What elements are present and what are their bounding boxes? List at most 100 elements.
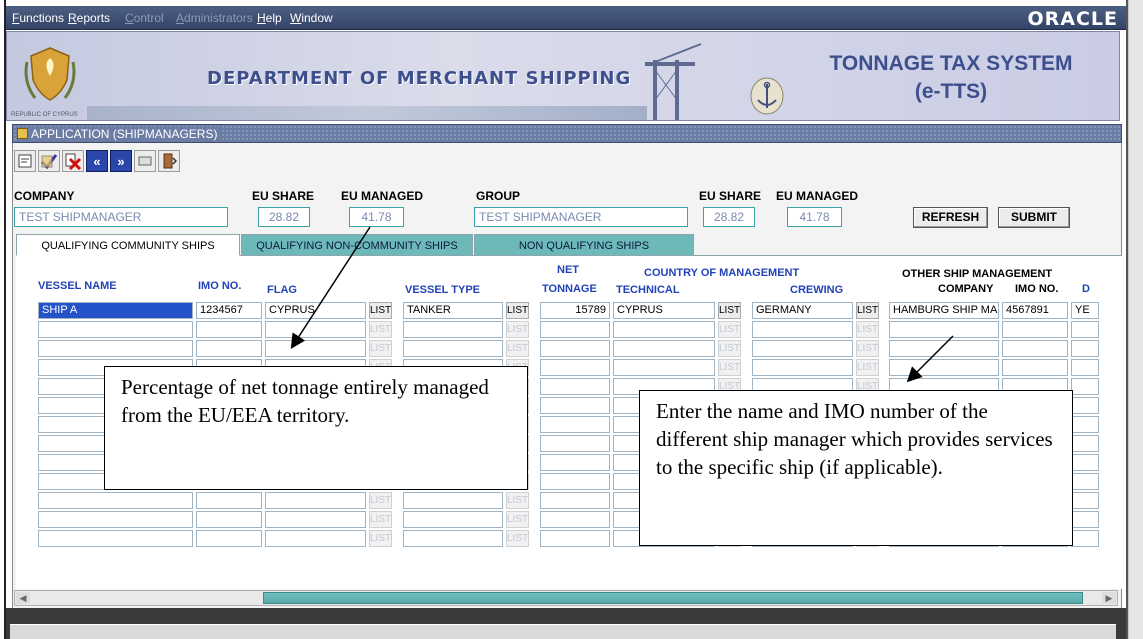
cell-trailing[interactable] [1071,397,1099,414]
list-button[interactable]: LIST [369,530,392,547]
cell-trailing[interactable] [1071,435,1099,452]
delete-icon[interactable] [62,150,84,172]
cell-crewing[interactable] [752,340,853,357]
cell-net-tonnage[interactable] [540,397,610,414]
cell-flag[interactable] [265,511,366,528]
cell-trailing[interactable] [1071,511,1099,528]
cell-vessel-type[interactable] [403,340,503,357]
cell-trailing[interactable] [1071,359,1099,376]
cell-net-tonnage[interactable] [540,321,610,338]
group-eu-share-field[interactable]: 28.82 [703,207,755,227]
list-button[interactable]: LIST [856,359,879,376]
menu-reports[interactable]: Reports [68,11,110,25]
cell-osm-imo[interactable]: 4567891 [1002,302,1068,319]
cell-osm-imo[interactable] [1002,359,1068,376]
list-button[interactable]: LIST [718,340,741,357]
cell-flag[interactable] [265,321,366,338]
cell-net-tonnage[interactable] [540,492,610,509]
cell-trailing[interactable] [1071,321,1099,338]
cell-osm-company[interactable]: HAMBURG SHIP MA [889,302,999,319]
cell-vessel-name[interactable] [38,511,193,528]
cell-net-tonnage[interactable] [540,530,610,547]
cell-trailing[interactable] [1071,492,1099,509]
list-button[interactable]: LIST [369,492,392,509]
cell-vessel-type[interactable] [403,492,503,509]
list-button[interactable]: LIST [506,492,529,509]
company-field[interactable]: TEST SHIPMANAGER [14,207,228,227]
cell-osm-imo[interactable] [1002,340,1068,357]
list-button[interactable]: LIST [718,321,741,338]
cell-osm-company[interactable] [889,359,999,376]
cell-imo-no[interactable] [196,530,262,547]
group-eu-managed-field[interactable]: 41.78 [787,207,842,227]
cell-vessel-name[interactable] [38,321,193,338]
list-button[interactable]: LIST [718,302,741,319]
cell-net-tonnage[interactable] [540,359,610,376]
cell-technical[interactable] [613,359,715,376]
cell-net-tonnage[interactable] [540,473,610,490]
menu-administrators[interactable]: Administrators [176,11,253,25]
cell-net-tonnage[interactable] [540,340,610,357]
menu-window[interactable]: Window [290,11,333,25]
list-button[interactable]: LIST [506,321,529,338]
cell-flag[interactable] [265,492,366,509]
list-button[interactable]: LIST [369,511,392,528]
scroll-right-arrow-icon[interactable]: ▶ [1102,592,1116,604]
list-button[interactable]: LIST [506,302,529,319]
cell-imo-no[interactable] [196,511,262,528]
list-button[interactable]: LIST [369,321,392,338]
cell-trailing[interactable] [1071,530,1099,547]
cell-trailing[interactable] [1071,454,1099,471]
scroll-left-arrow-icon[interactable]: ◀ [16,592,30,604]
list-button[interactable]: LIST [506,530,529,547]
list-button[interactable]: LIST [506,511,529,528]
cell-flag[interactable] [265,340,366,357]
refresh-button[interactable]: REFRESH [913,207,988,228]
eu-share-field[interactable]: 28.82 [258,207,310,227]
cell-vessel-name[interactable] [38,530,193,547]
list-button[interactable]: LIST [856,340,879,357]
tab-qualifying-non-community-ships[interactable]: QUALIFYING NON-COMMUNITY SHIPS [241,234,473,256]
previous-icon[interactable]: « [86,150,108,172]
query-icon[interactable] [14,150,36,172]
exit-icon[interactable] [158,150,180,172]
cell-imo-no[interactable] [196,492,262,509]
cell-net-tonnage[interactable] [540,435,610,452]
cell-vessel-type[interactable] [403,530,503,547]
cell-vessel-type[interactable] [403,511,503,528]
menu-control[interactable]: Control [125,11,164,25]
cell-trailing[interactable] [1071,340,1099,357]
list-button[interactable]: LIST [369,340,392,357]
cell-trailing[interactable] [1071,378,1099,395]
list-button[interactable]: LIST [718,359,741,376]
cell-crewing[interactable]: GERMANY [752,302,853,319]
save-icon[interactable] [38,150,60,172]
cell-crewing[interactable] [752,359,853,376]
cell-crewing[interactable] [752,321,853,338]
outer-vertical-scrollbar[interactable] [1128,0,1143,639]
grid-horizontal-scrollbar[interactable]: ◀ ▶ [14,590,1118,606]
cell-imo-no[interactable] [196,321,262,338]
cell-flag[interactable]: CYPRUS [265,302,366,319]
cell-osm-company[interactable] [889,321,999,338]
list-button[interactable]: LIST [856,321,879,338]
tab-non-qualifying-ships[interactable]: NON QUALIFYING SHIPS [474,234,694,256]
list-button[interactable]: LIST [369,302,392,319]
cell-trailing[interactable] [1071,473,1099,490]
scrollbar-thumb[interactable] [263,592,1083,604]
cell-vessel-name[interactable] [38,492,193,509]
cell-vessel-name[interactable]: SHIP A [38,302,193,319]
cell-osm-company[interactable] [889,340,999,357]
eu-managed-field[interactable]: 41.78 [349,207,404,227]
cell-net-tonnage[interactable] [540,454,610,471]
cell-flag[interactable] [265,530,366,547]
cell-vessel-type[interactable]: TANKER [403,302,503,319]
cell-imo-no[interactable] [196,340,262,357]
cell-net-tonnage[interactable] [540,511,610,528]
cell-technical[interactable]: CYPRUS [613,302,715,319]
cell-imo-no[interactable]: 1234567 [196,302,262,319]
cell-vessel-type[interactable] [403,321,503,338]
cell-technical[interactable] [613,321,715,338]
group-field[interactable]: TEST SHIPMANAGER [474,207,688,227]
cell-net-tonnage[interactable]: 15789 [540,302,610,319]
